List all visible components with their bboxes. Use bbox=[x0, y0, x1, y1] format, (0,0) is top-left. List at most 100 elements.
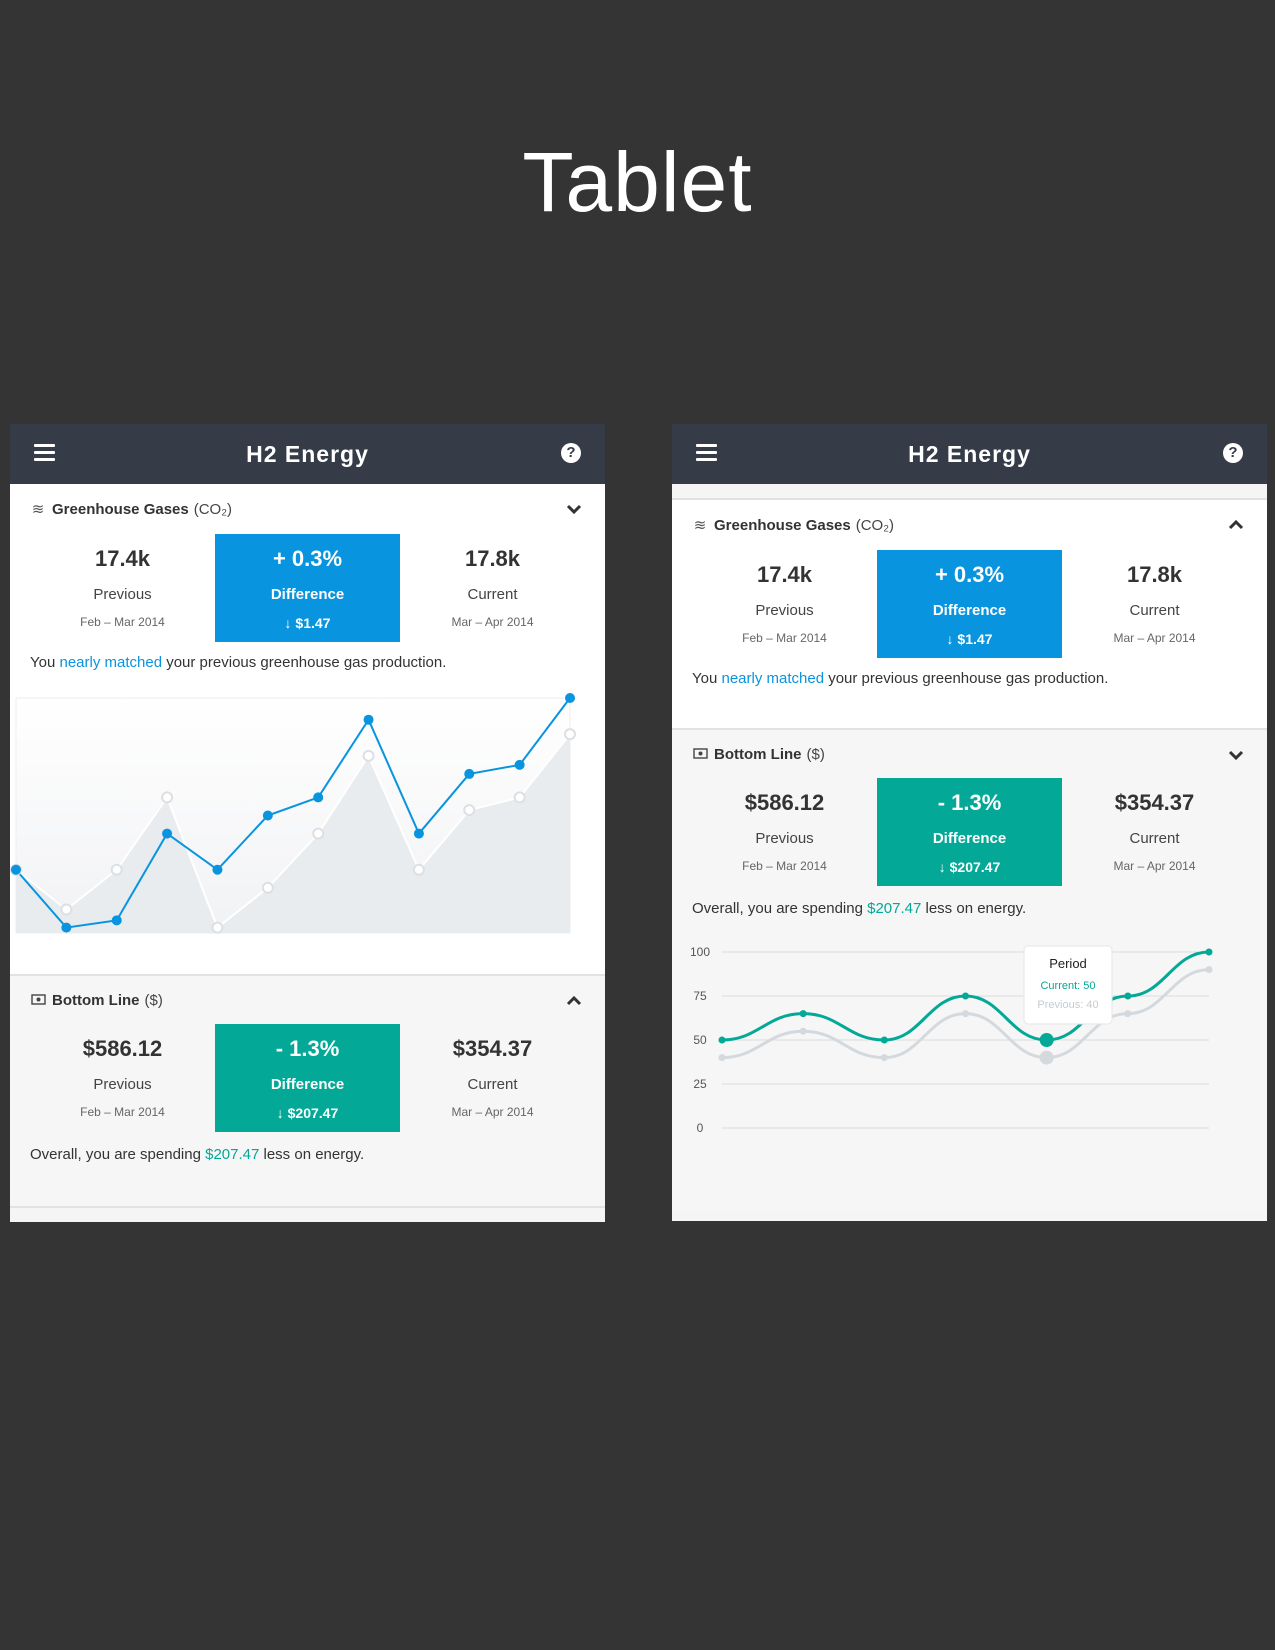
chevron-down-icon[interactable] bbox=[565, 500, 583, 518]
bottomline-chart: 0 25 50 75 100 Period Current: 50 Previous: … bbox=[690, 945, 1213, 1135]
greenhouse-chart bbox=[10, 693, 576, 934]
current-label: Current bbox=[467, 586, 518, 603]
previous-point bbox=[211, 921, 224, 934]
summary-pre: You bbox=[30, 654, 60, 671]
tooltip-title: Period bbox=[1049, 956, 1087, 971]
previous-point bbox=[1205, 966, 1213, 974]
bottomline-stats: $586.12 Previous Feb – Mar 2014 - 1.3% D… bbox=[10, 1024, 605, 1132]
greenhouse-title: Greenhouse Gases bbox=[52, 500, 189, 518]
app-title: H2 Energy bbox=[246, 440, 369, 467]
y-tick-label: 25 bbox=[693, 1077, 707, 1091]
previous-point bbox=[60, 903, 73, 916]
divider bbox=[10, 1206, 605, 1208]
previous-point bbox=[962, 1010, 969, 1018]
difference-label: Difference bbox=[270, 586, 345, 603]
previous-point bbox=[110, 863, 123, 876]
current-point bbox=[363, 714, 374, 725]
bottomline-title: Bottom Line bbox=[714, 745, 802, 763]
summary-pre: Overall, you are spending bbox=[30, 1146, 206, 1163]
current-value: 17.8k bbox=[464, 546, 521, 571]
current-point bbox=[61, 922, 72, 933]
current-value: $354.37 bbox=[1114, 790, 1195, 815]
current-period: Mar – Apr 2014 bbox=[1113, 859, 1196, 873]
summary-pre: You bbox=[692, 670, 722, 687]
summary-post: less on energy. bbox=[921, 900, 1027, 917]
greenhouse-header[interactable]: ≋ Greenhouse Gases (CO₂) bbox=[10, 484, 605, 534]
previous-point bbox=[161, 791, 174, 804]
bottomline-header[interactable]: Bottom Line ($) bbox=[672, 730, 1267, 778]
summary-post: less on energy. bbox=[259, 1146, 365, 1163]
current-label: Current bbox=[467, 1076, 518, 1093]
current-point bbox=[1039, 1033, 1054, 1047]
waves-icon: ≋ bbox=[693, 517, 707, 534]
previous-label: Previous bbox=[755, 830, 814, 847]
bottomline-summary: Overall, you are spending $207.47 less o… bbox=[672, 894, 1267, 924]
greenhouse-summary: You nearly matched your previous greenho… bbox=[672, 664, 1267, 694]
previous-stat: 17.4k Previous Feb – Mar 2014 bbox=[692, 550, 877, 658]
bottomline-unit: ($) bbox=[806, 745, 825, 763]
app-bar: H2 Energy ? bbox=[10, 424, 605, 484]
chevron-up-icon[interactable] bbox=[565, 992, 583, 1010]
current-value: 17.8k bbox=[1126, 562, 1183, 587]
summary-highlight: nearly matched bbox=[59, 654, 163, 671]
page-title: Tablet bbox=[522, 135, 753, 229]
tablet-right: H2 Energy ? ≋ Greenhouse Gases (CO₂) 17.… bbox=[672, 424, 1267, 1221]
spacer bbox=[672, 484, 1267, 498]
y-tick-label: 0 bbox=[697, 1121, 704, 1135]
bottomline-card: Bottom Line ($) $586.12 Previous Feb – M… bbox=[672, 730, 1267, 1210]
difference-value: + 0.3% bbox=[272, 546, 343, 571]
previous-point bbox=[362, 749, 375, 762]
tooltip-previous: Previous: 40 bbox=[1037, 999, 1098, 1011]
current-point bbox=[880, 1036, 888, 1044]
current-stat: $354.37 Current Mar – Apr 2014 bbox=[400, 1024, 585, 1132]
previous-value: $586.12 bbox=[82, 1036, 163, 1061]
current-period: Mar – Apr 2014 bbox=[1113, 631, 1196, 645]
y-tick-label: 75 bbox=[693, 989, 707, 1003]
help-icon[interactable]: ? bbox=[1223, 443, 1243, 463]
previous-stat: $586.12 Previous Feb – Mar 2014 bbox=[30, 1024, 215, 1132]
greenhouse-header[interactable]: ≋ Greenhouse Gases (CO₂) bbox=[672, 500, 1267, 550]
current-point bbox=[11, 864, 21, 875]
difference-amount: ↓ $207.47 bbox=[276, 1105, 339, 1121]
current-point bbox=[413, 828, 424, 839]
bottomline-header[interactable]: Bottom Line ($) bbox=[10, 976, 605, 1024]
current-stat: $354.37 Current Mar – Apr 2014 bbox=[1062, 778, 1247, 886]
difference-stat: - 1.3% Difference ↓ $207.47 bbox=[877, 778, 1062, 886]
current-point bbox=[1205, 948, 1213, 956]
current-stat: 17.8k Current Mar – Apr 2014 bbox=[1062, 550, 1247, 658]
difference-value: - 1.3% bbox=[275, 1036, 340, 1061]
greenhouse-stats: 17.4k Previous Feb – Mar 2014 + 0.3% Dif… bbox=[10, 534, 605, 642]
summary-highlight: $207.47 bbox=[867, 900, 922, 917]
app-title: H2 Energy bbox=[908, 440, 1031, 467]
money-icon bbox=[692, 746, 708, 763]
difference-label: Difference bbox=[270, 1076, 345, 1093]
greenhouse-stats: 17.4k Previous Feb – Mar 2014 + 0.3% Dif… bbox=[672, 550, 1267, 658]
chevron-down-icon[interactable] bbox=[1227, 746, 1245, 764]
previous-point bbox=[261, 881, 274, 894]
menu-icon[interactable] bbox=[34, 444, 55, 462]
difference-stat: + 0.3% Difference ↓ $1.47 bbox=[877, 550, 1062, 658]
y-tick-label: 100 bbox=[690, 945, 710, 959]
current-point bbox=[1124, 992, 1132, 1000]
chevron-up-icon[interactable] bbox=[1227, 516, 1245, 534]
help-icon[interactable]: ? bbox=[561, 443, 581, 463]
previous-value: $586.12 bbox=[744, 790, 825, 815]
tablet-left: H2 Energy ? ≋ Greenhouse Gases (CO₂) 17.… bbox=[10, 424, 605, 1222]
y-tick-label: 50 bbox=[693, 1033, 707, 1047]
previous-stat: $586.12 Previous Feb – Mar 2014 bbox=[692, 778, 877, 886]
menu-icon[interactable] bbox=[696, 444, 717, 462]
previous-period: Feb – Mar 2014 bbox=[80, 1105, 165, 1119]
chart-series bbox=[718, 948, 1213, 1065]
difference-label: Difference bbox=[932, 602, 1007, 619]
current-point bbox=[464, 768, 475, 779]
previous-point bbox=[513, 791, 526, 804]
previous-period: Feb – Mar 2014 bbox=[742, 859, 827, 873]
previous-label: Previous bbox=[755, 602, 814, 619]
difference-label: Difference bbox=[932, 830, 1007, 847]
difference-amount: ↓ $1.47 bbox=[946, 631, 993, 647]
previous-point bbox=[412, 863, 425, 876]
current-point bbox=[514, 759, 525, 770]
app-bar: H2 Energy ? bbox=[672, 424, 1267, 484]
greenhouse-summary: You nearly matched your previous greenho… bbox=[10, 648, 605, 678]
current-point bbox=[313, 792, 324, 803]
